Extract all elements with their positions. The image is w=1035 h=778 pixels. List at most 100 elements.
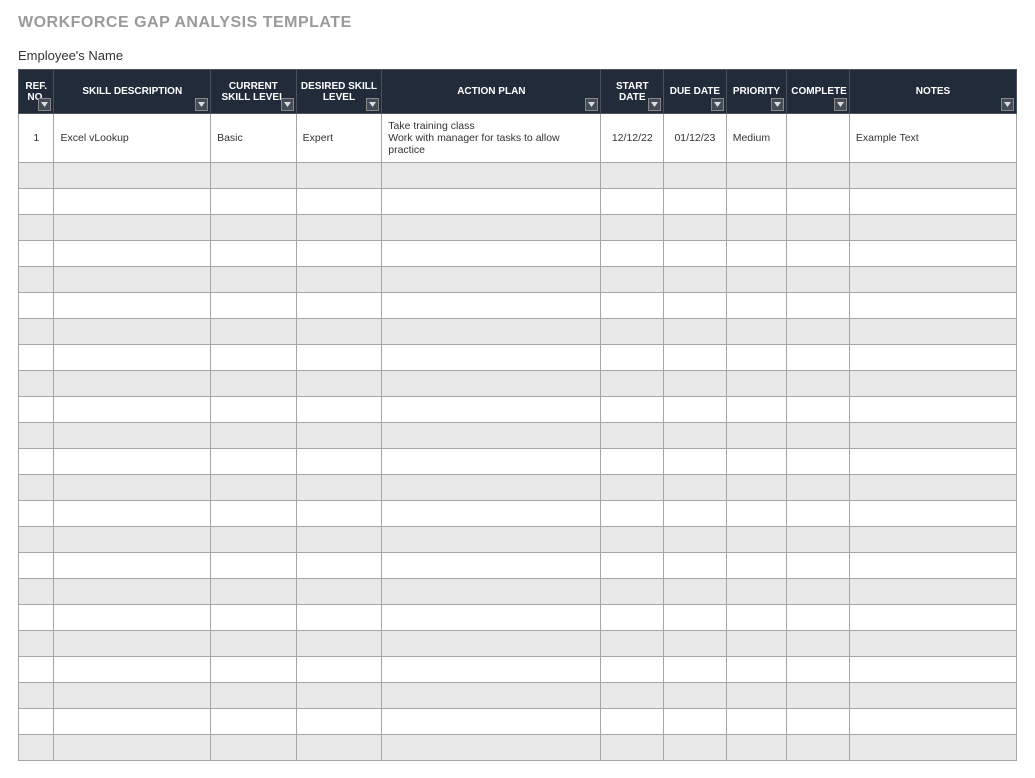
cell-start_date[interactable] — [601, 371, 664, 397]
cell-ref_no[interactable] — [19, 267, 54, 293]
cell-notes[interactable] — [849, 683, 1016, 709]
cell-desired_skill_level[interactable] — [296, 189, 382, 215]
cell-notes[interactable] — [849, 631, 1016, 657]
cell-complete[interactable] — [787, 319, 850, 345]
cell-start_date[interactable] — [601, 293, 664, 319]
cell-skill_description[interactable] — [54, 735, 211, 761]
cell-priority[interactable] — [726, 397, 787, 423]
cell-notes[interactable] — [849, 293, 1016, 319]
cell-action_plan[interactable] — [382, 501, 601, 527]
cell-complete[interactable] — [787, 501, 850, 527]
cell-due_date[interactable] — [664, 397, 727, 423]
cell-desired_skill_level[interactable] — [296, 345, 382, 371]
cell-skill_description[interactable] — [54, 553, 211, 579]
cell-priority[interactable] — [726, 215, 787, 241]
cell-action_plan[interactable] — [382, 735, 601, 761]
cell-desired_skill_level[interactable] — [296, 475, 382, 501]
cell-current_skill_level[interactable] — [211, 579, 297, 605]
cell-priority[interactable] — [726, 579, 787, 605]
cell-current_skill_level[interactable] — [211, 657, 297, 683]
cell-action_plan[interactable] — [382, 683, 601, 709]
cell-ref_no[interactable] — [19, 579, 54, 605]
cell-desired_skill_level[interactable] — [296, 631, 382, 657]
cell-complete[interactable] — [787, 735, 850, 761]
cell-current_skill_level[interactable] — [211, 475, 297, 501]
cell-current_skill_level[interactable] — [211, 371, 297, 397]
cell-start_date[interactable] — [601, 527, 664, 553]
cell-priority[interactable] — [726, 631, 787, 657]
cell-action_plan[interactable] — [382, 449, 601, 475]
cell-notes[interactable] — [849, 735, 1016, 761]
cell-ref_no[interactable] — [19, 241, 54, 267]
cell-complete[interactable] — [787, 345, 850, 371]
cell-desired_skill_level[interactable] — [296, 683, 382, 709]
cell-priority[interactable] — [726, 241, 787, 267]
cell-notes[interactable] — [849, 345, 1016, 371]
cell-notes[interactable] — [849, 189, 1016, 215]
cell-ref_no[interactable] — [19, 501, 54, 527]
cell-complete[interactable] — [787, 527, 850, 553]
cell-action_plan[interactable] — [382, 163, 601, 189]
cell-current_skill_level[interactable] — [211, 709, 297, 735]
cell-skill_description[interactable] — [54, 631, 211, 657]
cell-start_date[interactable] — [601, 267, 664, 293]
cell-due_date[interactable] — [664, 371, 727, 397]
cell-complete[interactable] — [787, 215, 850, 241]
cell-priority[interactable] — [726, 319, 787, 345]
cell-priority[interactable] — [726, 267, 787, 293]
cell-due_date[interactable] — [664, 527, 727, 553]
cell-complete[interactable] — [787, 579, 850, 605]
cell-action_plan[interactable] — [382, 475, 601, 501]
cell-current_skill_level[interactable] — [211, 163, 297, 189]
cell-skill_description[interactable] — [54, 475, 211, 501]
cell-skill_description[interactable] — [54, 605, 211, 631]
cell-due_date[interactable] — [664, 345, 727, 371]
cell-ref_no[interactable] — [19, 631, 54, 657]
cell-action_plan[interactable] — [382, 293, 601, 319]
cell-current_skill_level[interactable] — [211, 423, 297, 449]
cell-skill_description[interactable] — [54, 163, 211, 189]
cell-current_skill_level[interactable] — [211, 345, 297, 371]
cell-action_plan[interactable] — [382, 345, 601, 371]
cell-desired_skill_level[interactable] — [296, 449, 382, 475]
cell-current_skill_level[interactable] — [211, 189, 297, 215]
cell-priority[interactable] — [726, 371, 787, 397]
cell-skill_description[interactable] — [54, 215, 211, 241]
cell-start_date[interactable] — [601, 475, 664, 501]
cell-priority[interactable] — [726, 709, 787, 735]
cell-priority[interactable] — [726, 189, 787, 215]
cell-desired_skill_level[interactable] — [296, 709, 382, 735]
cell-start_date[interactable] — [601, 709, 664, 735]
cell-skill_description[interactable]: Excel vLookup — [54, 114, 211, 163]
cell-priority[interactable] — [726, 475, 787, 501]
cell-start_date[interactable] — [601, 345, 664, 371]
cell-skill_description[interactable] — [54, 189, 211, 215]
cell-priority[interactable] — [726, 657, 787, 683]
cell-priority[interactable] — [726, 553, 787, 579]
cell-due_date[interactable] — [664, 683, 727, 709]
cell-start_date[interactable]: 12/12/22 — [601, 114, 664, 163]
cell-notes[interactable] — [849, 449, 1016, 475]
cell-action_plan[interactable] — [382, 215, 601, 241]
cell-ref_no[interactable] — [19, 371, 54, 397]
cell-desired_skill_level[interactable] — [296, 319, 382, 345]
cell-current_skill_level[interactable] — [211, 605, 297, 631]
cell-complete[interactable] — [787, 709, 850, 735]
cell-notes[interactable] — [849, 709, 1016, 735]
cell-current_skill_level[interactable]: Basic — [211, 114, 297, 163]
cell-ref_no[interactable] — [19, 319, 54, 345]
cell-start_date[interactable] — [601, 449, 664, 475]
cell-start_date[interactable] — [601, 683, 664, 709]
cell-notes[interactable]: Example Text — [849, 114, 1016, 163]
cell-action_plan[interactable] — [382, 527, 601, 553]
cell-due_date[interactable] — [664, 579, 727, 605]
cell-skill_description[interactable] — [54, 267, 211, 293]
cell-current_skill_level[interactable] — [211, 553, 297, 579]
cell-desired_skill_level[interactable] — [296, 527, 382, 553]
cell-ref_no[interactable] — [19, 423, 54, 449]
cell-action_plan[interactable] — [382, 631, 601, 657]
cell-complete[interactable] — [787, 553, 850, 579]
cell-current_skill_level[interactable] — [211, 397, 297, 423]
cell-action_plan[interactable] — [382, 579, 601, 605]
cell-ref_no[interactable] — [19, 605, 54, 631]
